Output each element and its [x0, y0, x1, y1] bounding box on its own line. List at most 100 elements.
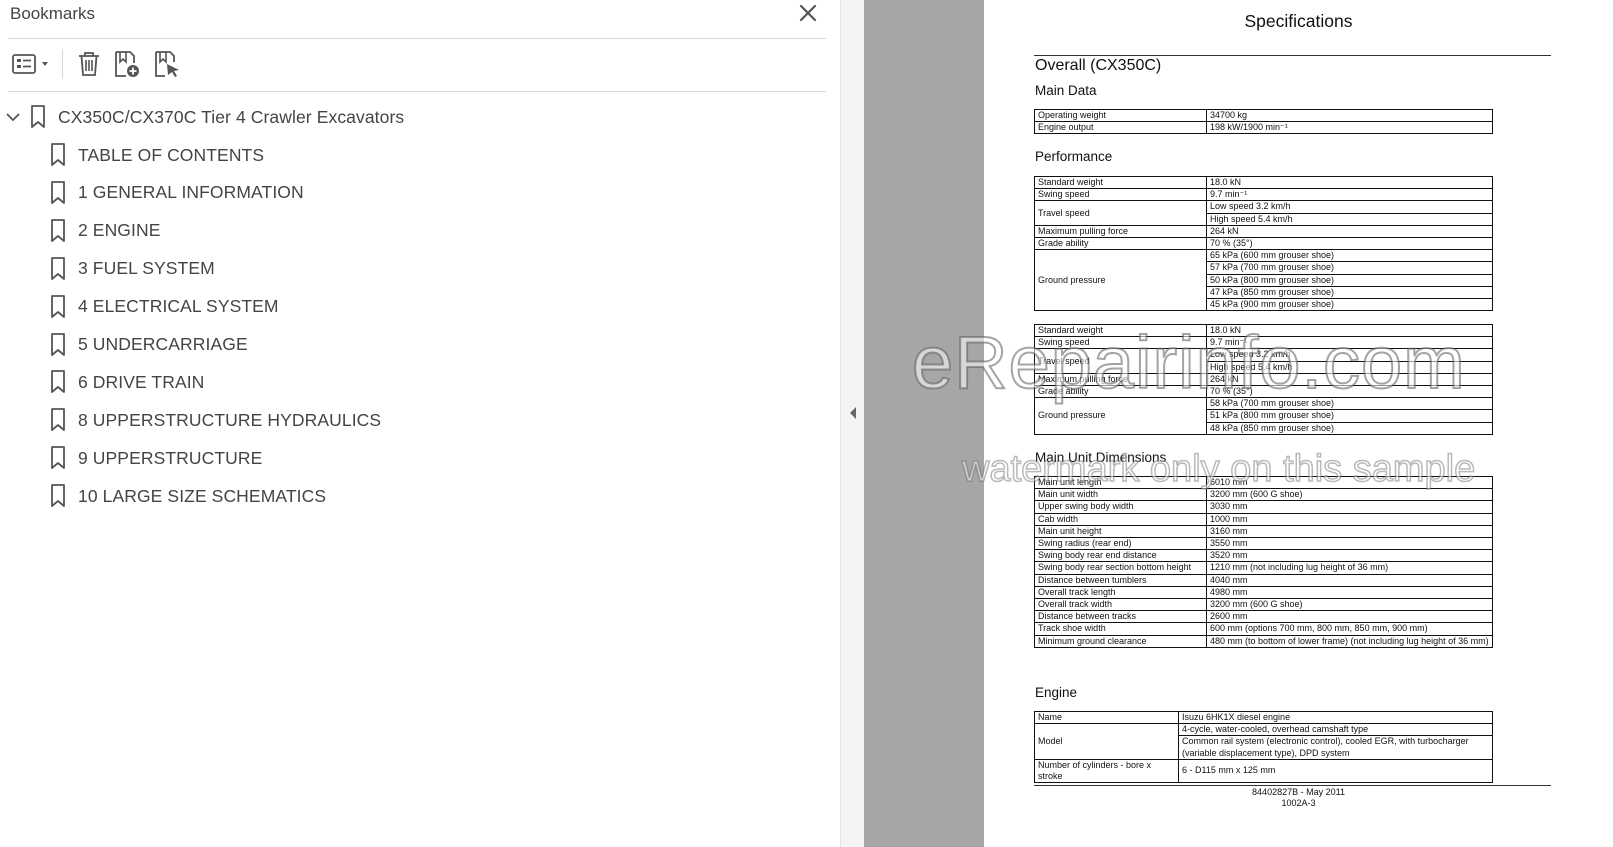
spec-row: Standard weight 18.0 kN — [1034, 175, 1493, 190]
spec-key: Main unit width — [1034, 488, 1207, 502]
collapse-panel-button[interactable] — [846, 402, 860, 424]
spec-key: Maximum pulling force — [1034, 372, 1207, 387]
spec-value: 57 kPa (700 mm grouser shoe) — [1206, 261, 1493, 275]
spec-key: Travel speed — [1034, 200, 1207, 226]
spec-row: Model 4-cycle, water-cooled, overhead cam… — [1034, 723, 1493, 760]
bookmark-item[interactable]: 4 ELECTRICAL SYSTEM — [48, 289, 279, 325]
spec-row: Grade ability 70 % (35°) — [1034, 237, 1493, 251]
spec-row: Swing body rear end distance 3520 mm — [1034, 549, 1493, 563]
spec-value: High speed 5.4 km/h — [1206, 360, 1493, 374]
spec-row: Overall track length 4980 mm — [1034, 585, 1493, 600]
bookmark-item[interactable]: 9 UPPERSTRUCTURE — [48, 440, 262, 476]
spec-key: Operating weight — [1034, 108, 1207, 123]
spec-key: Swing speed — [1034, 336, 1207, 350]
spec-row: Distance between tracks 2600 mm — [1034, 610, 1493, 624]
page-rule — [1034, 55, 1551, 56]
document-page[interactable]: Specifications Overall (CX350C) Main Dat… — [984, 0, 1613, 847]
engine-table: Name Isuzu 6HK1X diesel engine Model 4-cycl… — [1034, 710, 1493, 784]
spec-value: 45 kPa (900 mm grouser shoe) — [1206, 298, 1493, 312]
main-data-table: Operating weight 34700 kg Engine output 198… — [1034, 108, 1493, 135]
spec-row: Engine output 198 kW/1900 min⁻¹ — [1034, 121, 1493, 135]
bookmark-label: 1 GENERAL INFORMATION — [78, 182, 304, 203]
performance-heading: Performance — [1035, 149, 1113, 164]
bookmark-icon — [48, 218, 68, 244]
spec-value: 18.0 kN — [1206, 323, 1493, 338]
add-bookmark-icon — [115, 51, 139, 77]
spec-key: Main unit length — [1034, 475, 1207, 490]
spec-key: Maximum pulling force — [1034, 224, 1207, 239]
spec-key: Engine output — [1034, 121, 1207, 135]
close-icon — [799, 4, 817, 22]
bookmark-label: 5 UNDERCARRIAGE — [78, 334, 248, 354]
bookmark-label: 2 ENGINE — [78, 220, 161, 241]
spec-value: 3200 mm (600 G shoe) — [1206, 598, 1493, 612]
bookmark-icon — [48, 294, 68, 320]
bookmark-label: 4 ELECTRICAL SYSTEM — [78, 296, 279, 317]
spec-row: Distance between tumblers 4040 mm — [1034, 573, 1493, 587]
bookmarks-panel: Bookmarks CX350C/CX370C Tier 4 Crawler E… — [0, 0, 840, 847]
spec-value: 9.7 min⁻¹ — [1206, 188, 1493, 202]
spec-row: Standard weight 18.0 kN — [1034, 323, 1493, 338]
spec-value: 264 kN — [1206, 372, 1493, 387]
spec-value: 3200 mm (600 G shoe) — [1206, 488, 1493, 502]
bookmark-item[interactable]: 2 ENGINE — [48, 213, 161, 249]
spec-row: Cab width 1000 mm — [1034, 512, 1493, 526]
bookmark-icon — [48, 445, 68, 471]
engine-heading: Engine — [1035, 685, 1078, 700]
bookmark-label: 3 FUEL SYSTEM — [78, 258, 215, 279]
close-panel-button[interactable] — [794, 0, 822, 26]
spec-value: 480 mm (to bottom of lower frame) (not i… — [1206, 634, 1493, 648]
spec-row: Number of cylinders - bore x stroke 6 - D… — [1034, 758, 1493, 784]
divider — [8, 91, 826, 92]
spec-key: Swing body rear section bottom height — [1034, 561, 1207, 575]
spec-row: Swing body rear section bottom height 121… — [1034, 561, 1493, 575]
find-bookmark-icon — [155, 51, 179, 77]
spec-key: Distance between tumblers — [1034, 573, 1207, 587]
spec-value: 4980 mm — [1206, 585, 1493, 600]
spec-value: 47 kPa (850 mm grouser shoe) — [1206, 285, 1493, 300]
spec-value: 48 kPa (850 mm grouser shoe) — [1206, 421, 1493, 435]
spec-row: Name Isuzu 6HK1X diesel engine — [1034, 710, 1493, 725]
spec-row: Travel speed Low speed 3.2 km/h — [1034, 200, 1493, 226]
spec-value: 51 kPa (800 mm grouser shoe) — [1206, 409, 1493, 423]
bookmark-icon — [28, 104, 48, 130]
spec-value: Isuzu 6HK1X diesel engine — [1178, 710, 1493, 725]
add-bookmark-button[interactable] — [107, 47, 147, 81]
spec-value: 600 mm (options 700 mm, 800 mm, 850 mm, … — [1206, 622, 1493, 636]
spec-row: Upper swing body width 3030 mm — [1034, 500, 1493, 514]
spec-value: 3550 mm — [1206, 537, 1493, 551]
bookmark-item[interactable]: TABLE OF CONTENTS — [48, 137, 264, 173]
page-rule — [1034, 785, 1551, 786]
bookmark-item[interactable]: 3 FUEL SYSTEM — [48, 251, 215, 287]
spec-key: Travel speed — [1034, 348, 1207, 374]
spec-value: 34700 kg — [1206, 108, 1493, 123]
bookmark-item[interactable]: 10 LARGE SIZE SCHEMATICS — [48, 478, 326, 514]
spec-key: Model — [1034, 723, 1179, 760]
bookmark-item[interactable]: 1 GENERAL INFORMATION — [48, 175, 304, 211]
spec-key: Upper swing body width — [1034, 500, 1207, 514]
spec-value: Low speed 3.2 km/h — [1206, 200, 1493, 214]
bookmark-item[interactable]: 6 DRIVE TRAIN — [48, 364, 204, 400]
bookmark-item[interactable]: 8 UPPERSTRUCTURE HYDRAULICS — [48, 402, 381, 438]
bookmark-label: 6 DRIVE TRAIN — [78, 371, 205, 392]
document-background — [864, 0, 984, 847]
delete-bookmark-button[interactable] — [71, 47, 107, 81]
spec-key: Name — [1034, 710, 1179, 725]
bookmark-icon — [48, 256, 68, 282]
spec-value: 1210 mm (not including lug height of 36 … — [1206, 561, 1493, 575]
spec-key: Standard weight — [1034, 175, 1207, 190]
footer-doc-number: 84402827B - May 2011 — [1252, 787, 1345, 797]
spec-value: 6 - D115 mm x 125 mm — [1178, 758, 1493, 784]
bookmark-item[interactable]: 5 UNDERCARRIAGE — [48, 327, 248, 363]
spec-value: 70 % (35°) — [1206, 385, 1493, 399]
dimensions-table: Main unit length 6010 mm Main unit width 32… — [1034, 475, 1493, 648]
options-menu-button[interactable] — [8, 47, 54, 81]
spec-key: Main unit height — [1034, 524, 1207, 539]
triangle-left-icon — [850, 407, 856, 419]
spec-value: 198 kW/1900 min⁻¹ — [1206, 121, 1493, 135]
chevron-down-icon[interactable] — [4, 108, 22, 126]
spec-key: Overall track width — [1034, 598, 1207, 612]
bookmark-label: TABLE OF CONTENTS — [78, 144, 265, 165]
bookmark-root[interactable]: CX350C/CX370C Tier 4 Crawler Excavators — [4, 99, 404, 135]
find-bookmark-button[interactable] — [147, 47, 187, 81]
